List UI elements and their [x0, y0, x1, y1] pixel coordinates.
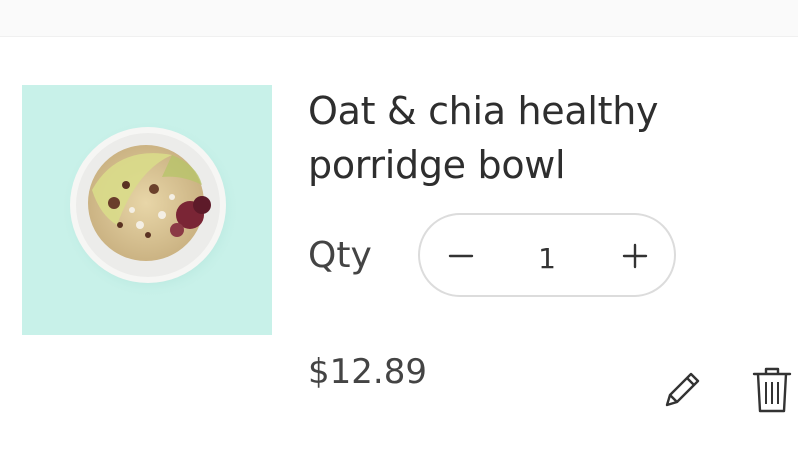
item-price: $12.89	[308, 352, 427, 392]
delete-item-button[interactable]	[746, 362, 798, 418]
header-band	[0, 0, 798, 37]
edit-item-button[interactable]	[656, 364, 708, 416]
product-name[interactable]: Oat & chia healthy porridge bowl	[308, 84, 778, 192]
quantity-stepper: 1	[418, 213, 676, 297]
pencil-icon	[665, 372, 700, 407]
plus-icon	[622, 243, 648, 269]
increase-quantity-button[interactable]	[608, 229, 662, 283]
decrease-quantity-button[interactable]	[434, 229, 488, 283]
product-image[interactable]	[22, 85, 272, 335]
minus-icon	[448, 254, 474, 258]
quantity-label: Qty	[308, 235, 372, 276]
porridge-bowl-image	[60, 119, 240, 299]
trash-icon	[752, 367, 792, 413]
